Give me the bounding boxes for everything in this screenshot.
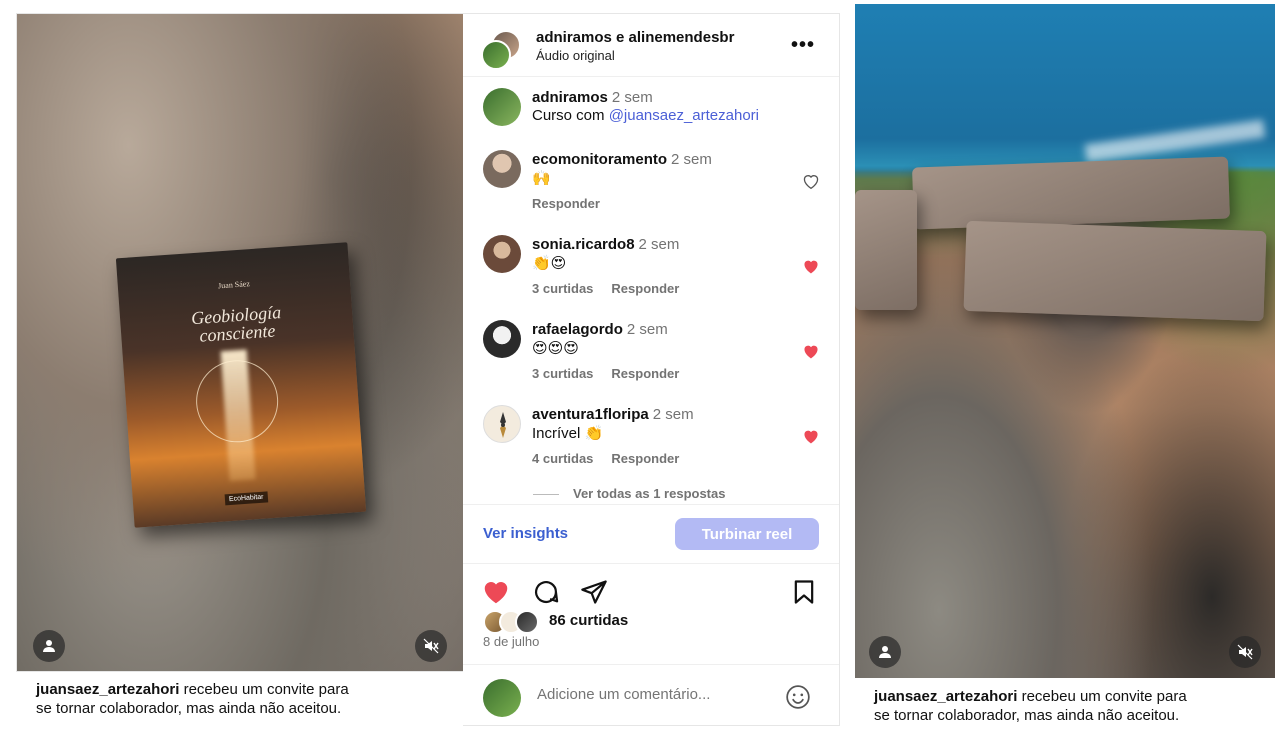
avatar[interactable] bbox=[483, 150, 521, 188]
mute-button[interactable] bbox=[415, 630, 447, 662]
likes-count[interactable]: 86 curtidas bbox=[549, 612, 628, 629]
comment-text: Curso com @juansaez_artezahori bbox=[532, 107, 760, 124]
avatar[interactable] bbox=[483, 235, 521, 273]
comment-time: 2 sem bbox=[626, 321, 668, 338]
tagged-user-button[interactable] bbox=[869, 636, 901, 668]
speaker-muted-icon bbox=[1237, 644, 1253, 660]
comment-meta: 3 curtidas Responder bbox=[532, 281, 697, 296]
book-circle-emblem bbox=[193, 357, 281, 446]
caption-username[interactable]: juansaez_artezahori bbox=[36, 681, 179, 698]
comment-composer bbox=[463, 664, 839, 725]
compass-logo-icon bbox=[500, 412, 506, 438]
rock-slab bbox=[855, 190, 917, 310]
right-reel-media[interactable] bbox=[855, 4, 1275, 678]
post-header: adniramos e alinemendesbr Áudio original… bbox=[463, 14, 839, 77]
avatar bbox=[515, 610, 539, 634]
rock-slab bbox=[963, 220, 1267, 322]
comment-text: 👏😍 bbox=[532, 255, 567, 272]
coast-photo bbox=[855, 4, 1275, 678]
book-publisher: EcoHabitar bbox=[224, 491, 268, 506]
caption-line2: se tornar colaborador, mas ainda não ace… bbox=[874, 707, 1180, 724]
view-replies-button[interactable]: Ver todas as 1 respostas bbox=[533, 486, 725, 501]
comment-time: 2 sem bbox=[638, 236, 680, 253]
heart-outline-icon[interactable] bbox=[801, 172, 821, 190]
comment-text: 🙌 bbox=[532, 170, 551, 187]
comment-username[interactable]: ecomonitoramento 2 sem bbox=[532, 151, 712, 168]
comment-text: Incrível 👏 bbox=[532, 425, 604, 442]
share-icon[interactable] bbox=[579, 578, 609, 606]
caption-text: recebeu um convite para bbox=[179, 681, 349, 698]
comment-meta: Responder bbox=[532, 196, 618, 211]
tagged-user-button[interactable] bbox=[33, 630, 65, 662]
likes-count[interactable]: 4 curtidas bbox=[532, 451, 593, 466]
audio-label[interactable]: Áudio original bbox=[536, 48, 615, 63]
mute-button[interactable] bbox=[1229, 636, 1261, 668]
comment-meta: 4 curtidas Responder bbox=[532, 451, 697, 466]
comment-icon[interactable] bbox=[531, 578, 561, 606]
comment-text: 😍😍😍 bbox=[532, 340, 579, 357]
avatar[interactable] bbox=[483, 320, 521, 358]
book-cover: Juan Sáez Geobiología consciente EcoHabi… bbox=[115, 242, 367, 528]
heart-filled-icon[interactable] bbox=[801, 427, 821, 445]
rock-slab bbox=[912, 156, 1230, 230]
comment-username[interactable]: adniramos 2 sem bbox=[532, 89, 653, 106]
boost-reel-button[interactable]: Turbinar reel bbox=[675, 518, 819, 550]
person-icon bbox=[879, 646, 891, 658]
avatar[interactable] bbox=[483, 88, 521, 126]
avatar[interactable] bbox=[483, 405, 521, 443]
likes-count[interactable]: 3 curtidas bbox=[532, 281, 593, 296]
divider bbox=[533, 494, 559, 496]
insights-bar: Ver insights Turbinar reel bbox=[463, 504, 839, 564]
speaker-muted-icon bbox=[423, 638, 439, 654]
post-authors[interactable]: adniramos e alinemendesbr bbox=[536, 29, 734, 46]
caption-line2: se tornar colaborador, mas ainda não ace… bbox=[36, 700, 342, 717]
liker-avatars bbox=[483, 610, 545, 634]
book-title: Geobiología consciente bbox=[120, 298, 354, 350]
like-heart-icon[interactable] bbox=[481, 578, 511, 606]
comment-meta: 3 curtidas Responder bbox=[532, 366, 697, 381]
comment-username[interactable]: rafaelagordo 2 sem bbox=[532, 321, 668, 338]
likes-count[interactable]: 3 curtidas bbox=[532, 366, 593, 381]
person-icon bbox=[43, 640, 55, 652]
heart-filled-icon[interactable] bbox=[801, 342, 821, 360]
save-bookmark-icon[interactable] bbox=[789, 578, 819, 606]
comment-time: 2 sem bbox=[671, 151, 712, 168]
left-collab-caption: juansaez_artezahori recebeu um convite p… bbox=[36, 680, 349, 718]
more-options-icon[interactable]: ••• bbox=[791, 34, 815, 57]
avatar bbox=[483, 679, 521, 717]
comment-username[interactable]: sonia.ricardo8 2 sem bbox=[532, 236, 679, 253]
reply-button[interactable]: Responder bbox=[611, 366, 679, 381]
comment-time: 2 sem bbox=[611, 89, 653, 106]
left-reel-media[interactable]: Juan Sáez Geobiología consciente EcoHabi… bbox=[16, 13, 464, 672]
comment-username[interactable]: aventura1floripa 2 sem bbox=[532, 406, 694, 423]
comment-input[interactable] bbox=[537, 686, 773, 703]
reply-button[interactable]: Responder bbox=[611, 451, 679, 466]
right-collab-caption: juansaez_artezahori recebeu um convite p… bbox=[874, 687, 1187, 725]
emoji-icon[interactable] bbox=[785, 684, 811, 710]
action-bar bbox=[463, 574, 839, 614]
reply-button[interactable]: Responder bbox=[611, 281, 679, 296]
heart-filled-icon[interactable] bbox=[801, 257, 821, 275]
reply-button[interactable]: Responder bbox=[532, 196, 600, 211]
mention-link[interactable]: @juansaez_artezahori bbox=[609, 107, 759, 124]
post-detail-panel: adniramos e alinemendesbr Áudio original… bbox=[463, 13, 840, 726]
caption-username[interactable]: juansaez_artezahori bbox=[874, 688, 1017, 705]
view-insights-link[interactable]: Ver insights bbox=[483, 525, 568, 542]
post-date: 8 de julho bbox=[483, 634, 540, 649]
caption-text: recebeu um convite para bbox=[1017, 688, 1187, 705]
avatar bbox=[481, 40, 511, 70]
book-author: Juan Sáez bbox=[217, 279, 251, 291]
comment-time: 2 sem bbox=[652, 406, 694, 423]
collab-avatars[interactable] bbox=[481, 30, 521, 70]
